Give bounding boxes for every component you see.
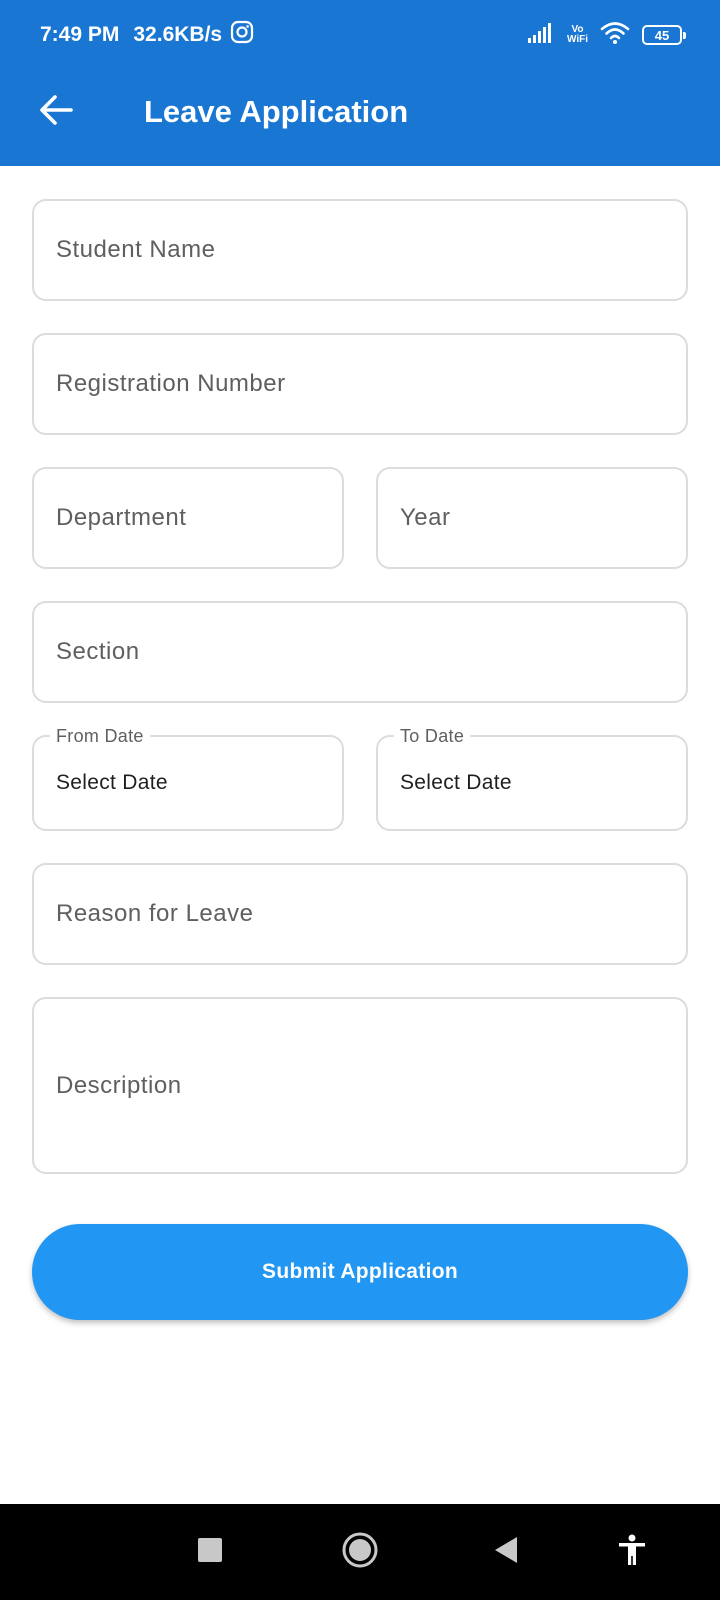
- description-textarea[interactable]: Description: [32, 997, 688, 1174]
- arrow-left-icon: [38, 94, 74, 131]
- accessibility-button[interactable]: [608, 1528, 656, 1576]
- year-input[interactable]: Year: [376, 467, 688, 569]
- department-placeholder: Department: [56, 504, 187, 531]
- status-left: 7:49 PM 32.6KB/s: [40, 20, 254, 50]
- from-date-value: Select Date: [56, 771, 168, 794]
- reason-placeholder: Reason for Leave: [56, 900, 254, 927]
- instagram-icon: [230, 20, 254, 50]
- registration-number-placeholder: Registration Number: [56, 370, 286, 397]
- network-speed: 32.6KB/s: [133, 23, 223, 46]
- description-placeholder: Description: [56, 1071, 182, 1099]
- vowifi-bottom: WiFi: [566, 34, 588, 45]
- back-nav-button[interactable]: [482, 1528, 530, 1576]
- to-date-value: Select Date: [400, 771, 512, 794]
- status-right: Vo WiFi 45: [527, 20, 686, 50]
- header: 7:49 PM 32.6KB/s Vo WiFi 45 Leave Applic…: [0, 0, 720, 166]
- navigation-bar: [0, 1504, 720, 1600]
- wifi-icon: [600, 21, 630, 50]
- home-button[interactable]: [336, 1528, 384, 1576]
- from-date-field[interactable]: From Date Select Date: [32, 725, 344, 831]
- year-placeholder: Year: [400, 504, 451, 531]
- student-name-placeholder: Student Name: [56, 236, 216, 263]
- page-title: Leave Application: [144, 94, 409, 129]
- app-bar: Leave Application: [0, 68, 720, 166]
- square-icon: [197, 1537, 223, 1568]
- to-date-label: To Date: [394, 725, 471, 747]
- signal-icon: [527, 22, 555, 49]
- recents-button[interactable]: [186, 1528, 234, 1576]
- department-input[interactable]: Department: [32, 467, 344, 569]
- submit-application-button[interactable]: Submit Application: [32, 1224, 688, 1320]
- status-bar: 7:49 PM 32.6KB/s Vo WiFi 45: [0, 0, 720, 68]
- from-date-label: From Date: [50, 725, 150, 747]
- section-input[interactable]: Section: [32, 601, 688, 703]
- vowifi-indicator: Vo WiFi: [567, 25, 588, 45]
- registration-number-input[interactable]: Registration Number: [32, 333, 688, 435]
- student-name-input[interactable]: Student Name: [32, 199, 688, 301]
- battery-indicator: 45: [642, 25, 686, 45]
- accessibility-icon: [617, 1534, 647, 1571]
- status-time: 7:49 PM: [40, 23, 120, 46]
- triangle-back-icon: [493, 1536, 519, 1569]
- reason-input[interactable]: Reason for Leave: [32, 863, 688, 965]
- home-circle-icon: [341, 1531, 379, 1574]
- to-date-field[interactable]: To Date Select Date: [376, 725, 688, 831]
- section-placeholder: Section: [56, 638, 140, 665]
- back-button[interactable]: [28, 84, 84, 140]
